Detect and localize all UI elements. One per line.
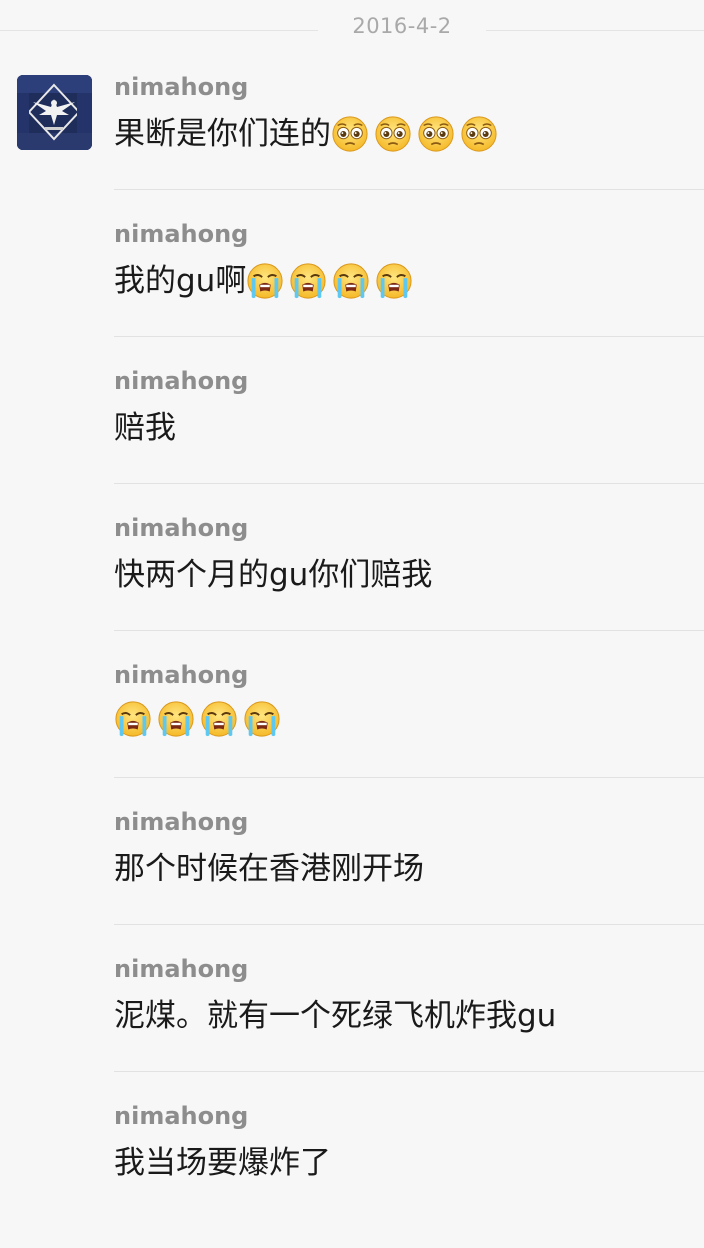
message-divider [114,483,704,484]
date-divider-right [486,30,704,31]
message-divider [114,777,704,778]
pleading-face-icon [460,115,498,153]
loudly-crying-face-icon [332,262,370,300]
message-text: 那个时候在香港刚开场 [114,851,424,887]
sender-name[interactable]: nimahong [114,366,248,396]
message-item[interactable]: nimahong 我当场要爆炸了 [0,1101,704,1248]
message-divider [114,189,704,190]
date-separator: 2016-4-2 [0,0,704,60]
message-content [114,700,286,738]
sender-name[interactable]: nimahong [114,219,248,249]
message-divider [114,1071,704,1072]
message-divider [114,924,704,925]
message-text: 果断是你们连的 [114,116,331,152]
message-content: 果断是你们连的 [114,112,503,156]
message-text: 我当场要爆炸了 [114,1145,331,1181]
emoji-group [114,700,286,738]
message-text: 泥煤。就有一个死绿飞机炸我gu [114,998,557,1034]
loudly-crying-face-icon [289,262,327,300]
pleading-face-icon [417,115,455,153]
message-item[interactable]: nimahong 那个时候在香港刚开场 [0,807,704,954]
message-content: 泥煤。就有一个死绿飞机炸我gu [114,994,556,1038]
sender-name[interactable]: nimahong [114,807,248,837]
message-text: 我的gu啊 [114,263,247,299]
sender-name[interactable]: nimahong [114,72,248,102]
message-item[interactable]: nimahong 赔我 [0,366,704,513]
emoji-group [331,115,503,153]
sender-name[interactable]: nimahong [114,660,248,690]
sender-name[interactable]: nimahong [114,513,248,543]
date-divider-left [0,30,318,31]
loudly-crying-face-icon [243,700,281,738]
sender-name[interactable]: nimahong [114,954,248,984]
message-item[interactable]: nimahong 泥煤。就有一个死绿飞机炸我gu [0,954,704,1101]
loudly-crying-face-icon [157,700,195,738]
message-text: 快两个月的gu你们赔我 [114,557,433,593]
loudly-crying-face-icon [375,262,413,300]
message-divider [114,630,704,631]
message-item[interactable]: nimahong [0,660,704,807]
message-item[interactable]: nimahong 快两个月的gu你们赔我 [0,513,704,660]
date-label: 2016-4-2 [352,14,452,38]
message-content: 赔我 [114,406,176,450]
emoji-group [246,262,418,300]
loudly-crying-face-icon [246,262,284,300]
sender-name[interactable]: nimahong [114,1101,248,1131]
loudly-crying-face-icon [114,700,152,738]
message-content: 那个时候在香港刚开场 [114,847,424,891]
loudly-crying-face-icon [200,700,238,738]
message-item[interactable]: nimahong 果断是你们连的 [0,72,704,219]
message-divider [114,336,704,337]
message-content: 快两个月的gu你们赔我 [114,553,432,597]
message-content: 我当场要爆炸了 [114,1141,331,1185]
message-content: 我的gu啊 [114,259,418,303]
message-item[interactable]: nimahong 我的gu啊 [0,219,704,366]
message-text: 赔我 [114,410,176,446]
pleading-face-icon [331,115,369,153]
pleading-face-icon [374,115,412,153]
